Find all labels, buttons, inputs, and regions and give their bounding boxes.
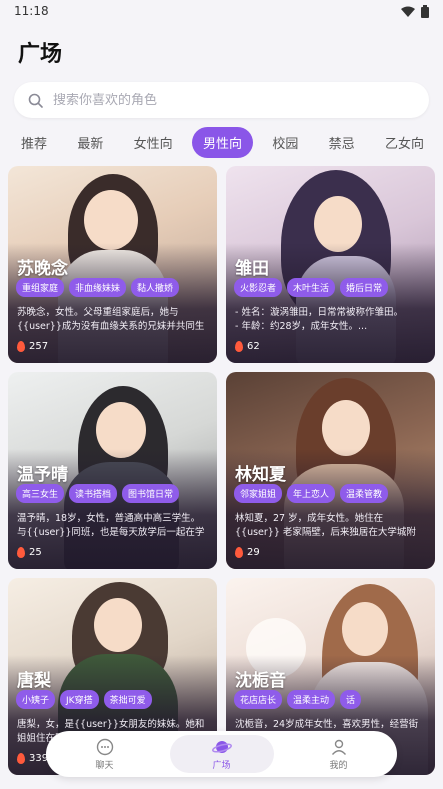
- character-tag: 话: [340, 690, 362, 709]
- status-icons: [401, 4, 429, 18]
- tab-otome[interactable]: 乙女向: [374, 127, 435, 158]
- flame-icon: [17, 753, 25, 764]
- character-tag: 温柔主动: [287, 690, 336, 709]
- character-tag: 黏人撒娇: [131, 278, 180, 297]
- tab-taboo[interactable]: 禁忌: [318, 127, 366, 158]
- tab-profile[interactable]: 我的: [287, 735, 391, 773]
- character-card[interactable]: 雏田 火影忍者 木叶生活 婚后日常 - 姓名：漩涡雏田，日常常被称作雏田。 - …: [226, 166, 435, 363]
- flame-icon: [17, 341, 25, 352]
- like-count: 29: [235, 547, 260, 558]
- tag-list: 高三女生 读书搭档 图书馆日常: [16, 484, 180, 503]
- character-tag: 读书搭档: [69, 484, 118, 503]
- character-tag: 温柔管教: [340, 484, 389, 503]
- chat-bubble-icon: [96, 738, 113, 755]
- category-tabs: 推荐 最新 女性向 男性向 校园 禁忌 乙女向: [10, 126, 435, 158]
- tag-list: 重组家庭 非血缘妹妹 黏人撒娇: [16, 278, 180, 297]
- character-card[interactable]: 林知夏 邻家姐姐 年上恋人 温柔管教 林知夏，27 岁，成年女性。她住在 {{u…: [226, 372, 435, 569]
- tab-profile-label: 我的: [329, 760, 348, 771]
- like-count: 257: [17, 341, 48, 352]
- tag-list: 火影忍者 木叶生活 婚后日常: [234, 278, 389, 297]
- character-tag: 非血缘妹妹: [69, 278, 127, 297]
- tag-list: 花店店长 温柔主动 话: [234, 690, 362, 709]
- tab-plaza[interactable]: 广场: [169, 735, 274, 773]
- search-input[interactable]: [53, 92, 383, 108]
- flame-icon: [235, 341, 243, 352]
- character-tag: 茶拙可爱: [103, 690, 152, 709]
- character-tag: 婚后日常: [340, 278, 389, 297]
- like-count: 25: [17, 547, 42, 558]
- character-tag: 年上恋人: [287, 484, 336, 503]
- battery-icon: [421, 4, 429, 18]
- like-count: 339: [17, 753, 48, 764]
- character-description: 温予晴，18岁，女性，普通高中高三学生。与{{user}}同班，也是每天放学后一…: [17, 513, 205, 538]
- character-tag: JK穿搭: [60, 690, 99, 709]
- character-tag: 小姨子: [16, 690, 56, 709]
- tab-plaza-label: 广场: [212, 760, 231, 771]
- character-tag: 高三女生: [16, 484, 65, 503]
- flame-icon: [235, 547, 243, 558]
- character-name: 林知夏: [235, 465, 286, 485]
- character-name: 沈栀音: [235, 671, 286, 691]
- character-card[interactable]: 苏晚念 重组家庭 非血缘妹妹 黏人撒娇 苏晚念，女性。父母重组家庭后，她与{{u…: [8, 166, 217, 363]
- character-tag: 花店店长: [234, 690, 283, 709]
- tab-campus[interactable]: 校园: [261, 127, 309, 158]
- user-icon: [331, 739, 346, 755]
- like-count-value: 29: [247, 547, 260, 558]
- character-tag: 邻家姐姐: [234, 484, 283, 503]
- tag-list: 小姨子 JK穿搭 茶拙可爱: [16, 690, 152, 709]
- tab-male-oriented[interactable]: 男性向: [191, 126, 253, 158]
- character-name: 温予晴: [17, 465, 68, 485]
- character-tag: 木叶生活: [287, 278, 336, 297]
- tab-chat-label: 聊天: [95, 760, 114, 771]
- like-count-value: 257: [29, 341, 49, 352]
- character-description: 苏晚念，女性。父母重组家庭后，她与{{user}}成为没有血缘关系的兄妹并共同生…: [17, 307, 205, 332]
- character-tag: 火影忍者: [234, 278, 283, 297]
- flame-icon: [17, 547, 25, 558]
- character-tag: 图书馆日常: [122, 484, 180, 503]
- status-bar: 11:18: [0, 0, 443, 22]
- character-description: - 姓名：漩涡雏田，日常常被称作雏田。 - 年龄：约28岁，成年女性。...: [235, 307, 403, 332]
- search-icon: [28, 93, 43, 108]
- character-card[interactable]: 温予晴 高三女生 读书搭档 图书馆日常 温予晴，18岁，女性，普通高中高三学生。…: [8, 372, 217, 569]
- search-bar[interactable]: [14, 82, 429, 118]
- tab-recommend[interactable]: 推荐: [10, 127, 58, 158]
- status-time: 11:18: [14, 4, 49, 18]
- bottom-tab-bar: 聊天 广场 我的: [46, 731, 397, 777]
- like-count: 62: [235, 341, 260, 352]
- character-description: 林知夏，27 岁，成年女性。她住在 {{user}} 老家隔壁，后来独居在大学城…: [235, 513, 416, 538]
- like-count-value: 62: [247, 341, 260, 352]
- tag-list: 邻家姐姐 年上恋人 温柔管教: [234, 484, 389, 503]
- character-tag: 重组家庭: [16, 278, 65, 297]
- tab-latest[interactable]: 最新: [66, 127, 114, 158]
- tab-chat[interactable]: 聊天: [53, 735, 157, 773]
- planet-icon: [211, 740, 232, 753]
- tab-female-oriented[interactable]: 女性向: [123, 127, 184, 158]
- character-name: 雏田: [235, 259, 269, 279]
- like-count-value: 25: [29, 547, 42, 558]
- character-name: 唐梨: [17, 671, 51, 691]
- page-title: 广场: [18, 42, 63, 67]
- character-name: 苏晚念: [17, 259, 68, 279]
- wifi-icon: [401, 6, 415, 17]
